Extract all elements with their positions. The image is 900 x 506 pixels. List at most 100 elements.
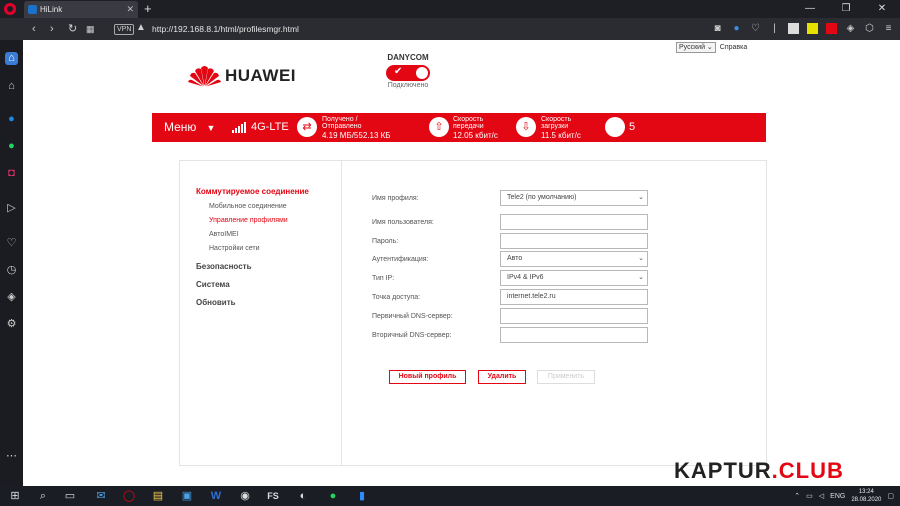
data-connection-toggle[interactable]: ✔: [386, 65, 430, 81]
upload-icon: ⇧: [429, 117, 449, 137]
back-icon[interactable]: ‹: [32, 18, 36, 40]
shield-icon[interactable]: ●: [731, 23, 742, 34]
huawei-flower-icon: [188, 66, 221, 87]
separator-icon: |: [773, 23, 776, 34]
nav-auto-imei[interactable]: АвтоIMEI: [209, 231, 239, 238]
lang-indicator[interactable]: ENG: [830, 493, 845, 500]
forward-icon[interactable]: ›: [50, 18, 54, 40]
new-tab-button[interactable]: +: [144, 0, 152, 18]
easy-setup-icon[interactable]: ≡: [883, 23, 894, 34]
opera-menu-icon[interactable]: [4, 3, 16, 15]
notifications-icon[interactable]: ▢: [887, 492, 894, 500]
wallet-icon[interactable]: ⬡: [864, 23, 875, 34]
fs-app-icon[interactable]: FS: [266, 489, 280, 503]
address-bar: ‹ › ↻ ▦ VPN ▲ http://192.168.8.1/html/pr…: [0, 18, 900, 40]
history-icon[interactable]: ◷: [5, 264, 18, 277]
tab-title: HiLink: [40, 5, 63, 14]
app-icon[interactable]: ◐: [296, 489, 310, 503]
reload-icon[interactable]: ↻: [68, 18, 77, 40]
apply-button[interactable]: Применить: [537, 370, 595, 384]
huawei-logo: HUAWEI: [188, 64, 296, 88]
nav-update[interactable]: Обновить: [196, 298, 236, 307]
word-icon[interactable]: W: [209, 489, 223, 503]
dns2-field[interactable]: [500, 327, 648, 343]
ip-type-label: Тип IP:: [372, 275, 395, 282]
windows-taskbar: ⊞ ⌕ ▭ ✉ ◯ ▤ ▣ W ◉ FS ◐ ● ▮ ⌃ ▭ ◁ ENG 13:…: [0, 486, 900, 506]
spotify-icon[interactable]: ●: [326, 489, 340, 503]
chevron-down-icon: ⌄: [638, 274, 644, 281]
ip-type-select[interactable]: IPv4 & IPv6 ⌄: [500, 270, 648, 286]
delete-button[interactable]: Удалить: [478, 370, 526, 384]
browser-tab[interactable]: HiLink ✕: [24, 1, 138, 18]
devices-icon[interactable]: [605, 117, 625, 137]
tray-expand-icon[interactable]: ⌃: [794, 492, 800, 500]
new-profile-button[interactable]: Новый профиль: [389, 370, 466, 384]
settings-icon[interactable]: ⚙: [5, 318, 18, 331]
more-icon[interactable]: ⋯: [5, 450, 18, 463]
nav-profile-management[interactable]: Управление профилями: [209, 217, 288, 224]
home-speed-dial-icon[interactable]: ⌂: [5, 52, 18, 65]
home-icon[interactable]: ⌂: [5, 80, 18, 93]
messenger-icon[interactable]: ●: [5, 113, 18, 126]
tabs-grid-icon[interactable]: ▦: [86, 18, 95, 40]
help-link[interactable]: Справка: [720, 44, 747, 51]
close-window-button[interactable]: ✕: [864, 0, 900, 18]
menu-button[interactable]: Меню ▼: [164, 113, 215, 143]
brand-name: HUAWEI: [225, 66, 296, 85]
upload-value: 12.05 кбит/с: [453, 131, 498, 140]
minimize-button[interactable]: —: [792, 0, 828, 18]
language-select[interactable]: Русский ⌄: [676, 42, 716, 53]
hilink-favicon-icon: [28, 5, 37, 14]
profile-name-label: Имя профиля:: [372, 195, 419, 202]
store-icon[interactable]: ▣: [180, 489, 194, 503]
system-tray: ⌃ ▭ ◁ ENG 13:24 28.08.2020 ▢: [794, 486, 894, 506]
nav-system[interactable]: Система: [196, 280, 230, 289]
connected-devices-count[interactable]: 5: [629, 113, 635, 142]
apn-field[interactable]: internet.tele2.ru: [500, 289, 648, 305]
vpn-taskbar-icon[interactable]: ◉: [238, 489, 252, 503]
dns1-field[interactable]: [500, 308, 648, 324]
watermark-part1: KAPTUR: [674, 458, 772, 483]
url-field[interactable]: http://192.168.8.1/html/profilesmgr.html: [152, 18, 299, 40]
file-explorer-icon[interactable]: ▤: [151, 489, 165, 503]
heart-icon[interactable]: ♡: [5, 237, 18, 250]
vpn-badge[interactable]: VPN: [114, 24, 135, 35]
snapshot-icon[interactable]: ◙: [712, 23, 723, 34]
windows-start-icon[interactable]: ⊞: [8, 489, 22, 503]
not-secure-icon[interactable]: ▲: [136, 22, 146, 33]
send-icon[interactable]: ▷: [5, 202, 18, 215]
network-icon[interactable]: ▭: [806, 492, 813, 500]
restore-button[interactable]: ❐: [828, 0, 864, 18]
auth-select[interactable]: Авто ⌄: [500, 251, 648, 267]
nav-network-settings[interactable]: Настройки сети: [209, 245, 260, 252]
settings-nav: Коммутируемое соединение Мобильное соеди…: [180, 161, 342, 465]
instagram-icon[interactable]: ◘: [5, 167, 18, 180]
phone-app-icon[interactable]: ▮: [355, 489, 369, 503]
nav-mobile-connection[interactable]: Мобильное соединение: [209, 203, 287, 210]
volume-icon[interactable]: ◁: [819, 492, 824, 500]
cube-icon[interactable]: ◈: [845, 23, 856, 34]
watermark: KAPTUR.CLUB: [674, 458, 844, 484]
opera-taskbar-icon[interactable]: ◯: [122, 489, 136, 503]
cube-icon[interactable]: ◈: [5, 291, 18, 304]
extension2-icon[interactable]: [807, 23, 818, 34]
username-label: Имя пользователя:: [372, 219, 434, 226]
extension3-icon[interactable]: [826, 23, 837, 34]
heart-icon[interactable]: ♡: [750, 23, 761, 34]
network-type: 4G-LTE: [251, 121, 289, 133]
close-tab-icon[interactable]: ✕: [126, 1, 134, 18]
task-view-icon[interactable]: ▭: [63, 489, 77, 503]
clock-date: 28.08.2020: [851, 497, 882, 503]
username-field[interactable]: [500, 214, 648, 230]
password-field[interactable]: [500, 233, 648, 249]
nav-dialup[interactable]: Коммутируемое соединение: [196, 187, 309, 196]
search-icon[interactable]: ⌕: [36, 489, 50, 503]
clock[interactable]: 13:24 28.08.2020: [851, 488, 881, 504]
profile-name-select[interactable]: Tele2 (по умолчанию) ⌄: [500, 190, 648, 206]
extension-icon[interactable]: [788, 23, 799, 34]
nav-security[interactable]: Безопасность: [196, 262, 252, 271]
mail-icon[interactable]: ✉: [94, 489, 108, 503]
hilink-page: Русский ⌄ Справка HUAWEI DANYCOM ✔ Подкл…: [23, 40, 900, 486]
whatsapp-icon[interactable]: ●: [5, 140, 18, 153]
traffic-icon: ⇄: [297, 117, 317, 137]
